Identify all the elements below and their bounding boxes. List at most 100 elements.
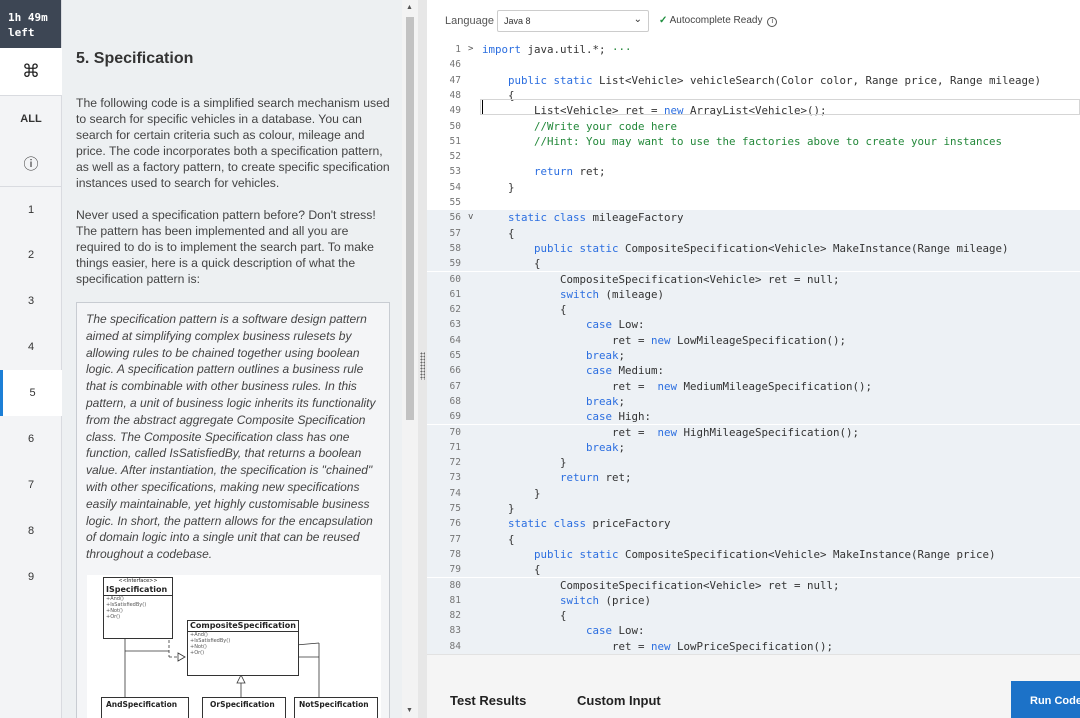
code-line[interactable]: 57 { [427, 225, 1080, 241]
scroll-up-icon[interactable]: ▲ [406, 4, 413, 11]
code-line[interactable]: 68 break; [427, 393, 1080, 410]
editor-toolbar: Language Java 8 ⌄ ✓ Autocomplete Ready i [427, 0, 1080, 42]
code-line[interactable]: 64 ret = new LowMileageSpecification(); [427, 332, 1080, 348]
code-line[interactable]: 50 //Write your code here [427, 119, 1080, 134]
line-number: 51 [449, 135, 461, 147]
drag-grip-icon[interactable] [420, 352, 425, 380]
code-line[interactable]: 84 ret = new LowPriceSpecification(); [427, 638, 1080, 654]
code-line[interactable]: 66 case Medium: [427, 363, 1080, 379]
code-line[interactable]: 46 [427, 57, 1080, 72]
code-line[interactable]: 60 CompositeSpecification<Vehicle> ret =… [427, 271, 1080, 287]
info-icon[interactable]: i [767, 17, 778, 27]
code-line[interactable]: 73 return ret; [427, 470, 1080, 486]
code-text: { [482, 562, 541, 577]
problem-paragraph-2: Never used a specification pattern befor… [76, 208, 376, 286]
tab-custom-input[interactable]: Custom Input [577, 693, 661, 708]
code-token: ret = [482, 425, 658, 439]
pane-resize-handle[interactable] [418, 0, 427, 718]
code-line[interactable]: 71 break; [427, 439, 1080, 456]
info-icon[interactable]: ⓘ [0, 140, 62, 186]
code-line[interactable]: 51 //Hint: You may want to use the facto… [427, 134, 1080, 149]
nav-question-4[interactable]: 4 [0, 324, 62, 370]
code-token: List<Vehicle> vehicleSearch(Color color,… [592, 73, 1042, 87]
code-area[interactable]: 1 > import java.util.*; ··· 46 47 public sta… [427, 42, 1080, 654]
code-line[interactable]: 78 public static CompositeSpecification<… [427, 546, 1080, 563]
nav-question-6[interactable]: 6 [0, 416, 62, 462]
code-keyword: return [534, 165, 574, 179]
code-keyword: break [586, 440, 619, 454]
code-text: ret = new LowPriceSpecification(); [482, 639, 833, 654]
code-line[interactable]: 77 { [427, 531, 1080, 547]
code-line[interactable]: 55 [427, 195, 1080, 210]
problem-scrollbar[interactable]: ▲ ▼ [402, 0, 418, 718]
fold-expand-icon[interactable]: > [468, 42, 473, 57]
command-icon[interactable]: ⌘ [0, 48, 62, 96]
code-line[interactable]: 82 { [427, 608, 1080, 624]
code-line[interactable]: 52 [427, 149, 1080, 164]
code-line[interactable]: 83 case Low: [427, 623, 1080, 639]
code-text: } [482, 501, 515, 516]
code-line[interactable]: 67 ret = new MediumMileageSpecification(… [427, 378, 1080, 394]
code-token: { [482, 303, 567, 317]
code-text: static class priceFactory [482, 516, 671, 531]
code-line[interactable]: 74 } [427, 485, 1080, 501]
code-line[interactable]: 58 public static CompositeSpecification<… [427, 240, 1080, 257]
code-line[interactable]: 1 > import java.util.*; ··· [427, 42, 1080, 57]
uml-or-label: OrSpecification [210, 700, 275, 709]
code-line[interactable]: 65 break; [427, 348, 1080, 364]
language-select[interactable]: Java 8 ⌄ [497, 10, 649, 32]
nav-question-2[interactable]: 2 [0, 232, 62, 278]
code-token: priceFactory [586, 517, 671, 531]
code-line[interactable]: 79 { [427, 562, 1080, 578]
run-code-button[interactable]: Run Code [1011, 681, 1080, 718]
nav-question-3[interactable]: 3 [0, 278, 62, 324]
code-token: LowMileageSpecification(); [670, 333, 847, 347]
editor-bottom-bar: Test Results Custom Input Run Code [427, 654, 1080, 718]
code-line[interactable]: 62 { [427, 302, 1080, 318]
nav-all-questions[interactable]: ALL [0, 96, 62, 142]
problem-paragraph-1: The following code is a simplified searc… [76, 96, 390, 190]
line-number: 58 [449, 242, 461, 254]
code-line[interactable]: 76 static class priceFactory [427, 516, 1080, 532]
nav-question-8[interactable]: 8 [0, 508, 62, 554]
code-line[interactable]: 63 case Low: [427, 317, 1080, 333]
code-line[interactable]: 72 } [427, 455, 1080, 471]
uml-op: +Or() [106, 614, 121, 620]
code-line[interactable]: 53 return ret; [427, 164, 1080, 179]
line-number: 84 [449, 640, 461, 652]
scrollbar-thumb[interactable] [406, 17, 414, 420]
code-text: ret = new HighMileageSpecification(); [482, 425, 859, 440]
code-line[interactable]: 47 public static List<Vehicle> vehicleSe… [427, 73, 1080, 88]
language-label: Language [445, 15, 494, 27]
question-nav: 1h 49m left ⌘ ALL ⓘ 123456789 [0, 0, 62, 718]
nav-question-9[interactable]: 9 [0, 554, 62, 600]
code-editor-panel: Language Java 8 ⌄ ✓ Autocomplete Ready i… [427, 0, 1080, 718]
code-line[interactable]: 59 { [427, 256, 1080, 272]
code-text: { [482, 256, 541, 271]
code-line[interactable]: 81 switch (price) [427, 592, 1080, 609]
code-line[interactable]: 69 case High: [427, 409, 1080, 425]
code-text: break; [482, 440, 625, 455]
code-line[interactable]: 61 switch (mileage) [427, 286, 1080, 303]
code-line[interactable]: 70 ret = new HighMileageSpecification(); [427, 424, 1080, 440]
code-line[interactable]: 56 v static class mileageFactory [427, 210, 1080, 226]
language-value: Java 8 [504, 16, 531, 26]
code-line[interactable]: 75 } [427, 501, 1080, 517]
tab-test-results[interactable]: Test Results [450, 693, 526, 708]
code-text: } [482, 486, 541, 501]
code-keyword: public static [508, 73, 593, 87]
nav-question-5[interactable]: 5 [0, 370, 62, 416]
nav-question-7[interactable]: 7 [0, 462, 62, 508]
nav-question-1[interactable]: 1 [0, 186, 62, 232]
line-number: 81 [449, 594, 461, 606]
line-number: 64 [449, 334, 461, 346]
code-line[interactable]: 80 CompositeSpecification<Vehicle> ret =… [427, 577, 1080, 593]
code-line[interactable]: 54 } [427, 180, 1080, 195]
scroll-down-icon[interactable]: ▼ [406, 707, 413, 714]
fold-collapse-icon[interactable]: v [468, 210, 473, 225]
